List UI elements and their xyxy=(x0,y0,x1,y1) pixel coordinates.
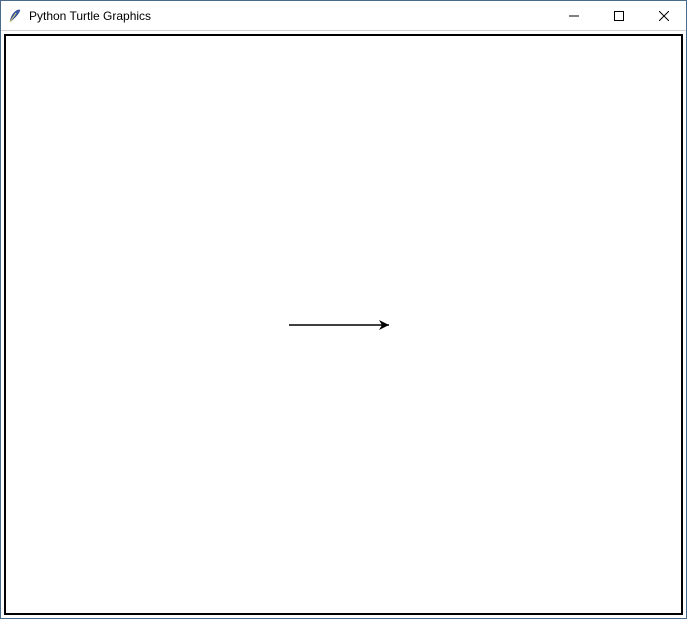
minimize-icon xyxy=(569,11,579,21)
feather-icon xyxy=(7,8,23,24)
window-controls xyxy=(551,1,686,30)
window-title: Python Turtle Graphics xyxy=(29,9,551,23)
titlebar: Python Turtle Graphics xyxy=(1,1,686,31)
app-window: Python Turtle Graphics xyxy=(0,0,687,619)
close-icon xyxy=(659,11,669,21)
close-button[interactable] xyxy=(641,1,686,30)
maximize-button[interactable] xyxy=(596,1,641,30)
minimize-button[interactable] xyxy=(551,1,596,30)
turtle-canvas xyxy=(4,34,683,615)
turtle-line-drawing xyxy=(284,315,404,335)
maximize-icon xyxy=(614,11,624,21)
